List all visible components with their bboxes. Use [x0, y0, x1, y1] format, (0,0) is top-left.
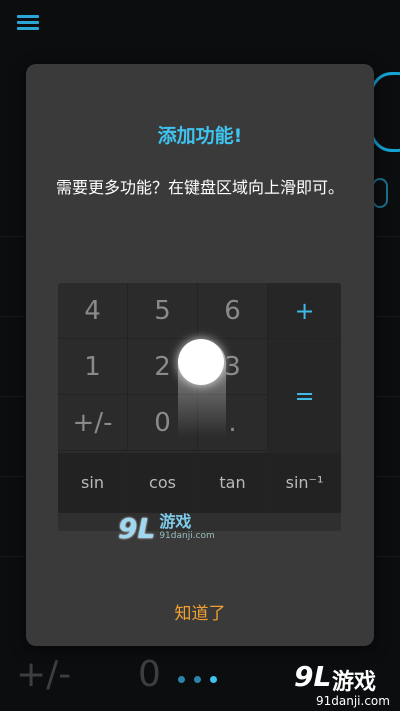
keypad-illustration: 4 5 6 + 1 2 3 +/- 0 . = sin cos tan sin⁻… [58, 283, 341, 531]
page-dot-active [210, 676, 217, 683]
watermark-corner-name: 游戏 [332, 670, 377, 695]
watermark-name: 游戏 [159, 511, 192, 531]
watermark-logo: 9L [118, 512, 156, 545]
watermark-corner: 9L 游戏 91danji.com [294, 660, 394, 708]
key-1: 1 [58, 339, 128, 395]
key-cos: cos [128, 453, 198, 513]
key-4: 4 [58, 283, 128, 339]
add-features-dialog: 添加功能! 需要更多功能？在键盘区域向上滑即可。 4 5 6 + 1 2 3 +… [26, 64, 374, 646]
key-plusminus: +/- [58, 395, 128, 451]
bg-key-plusminus: +/- [16, 654, 72, 695]
watermark-corner-url: 91danji.com [316, 694, 390, 708]
watermark-url: 91danji.com [159, 530, 215, 541]
bg-key-zero: 0 [138, 654, 161, 695]
key-equals: = [268, 339, 341, 453]
watermark-center: 9L 游戏 91danji.com [118, 512, 215, 545]
key-6: 6 [198, 283, 268, 339]
page-dot [178, 676, 185, 683]
key-5: 5 [128, 283, 198, 339]
dialog-title: 添加功能! [157, 125, 243, 147]
watermark-corner-logo: 9L [294, 660, 332, 693]
menu-icon[interactable] [17, 15, 39, 33]
page-dot [194, 676, 201, 683]
display-digit-decoration [370, 72, 400, 152]
key-plus: + [268, 283, 341, 339]
swipe-finger-indicator [178, 339, 224, 385]
key-tan: tan [198, 453, 268, 513]
got-it-button[interactable]: 知道了 [150, 596, 250, 626]
key-sin: sin [58, 453, 128, 513]
page-indicator [178, 676, 217, 683]
key-arcsin: sin⁻¹ [268, 453, 341, 513]
display-digit-small [372, 178, 388, 208]
dialog-message: 需要更多功能？在键盘区域向上滑即可。 [55, 178, 344, 197]
